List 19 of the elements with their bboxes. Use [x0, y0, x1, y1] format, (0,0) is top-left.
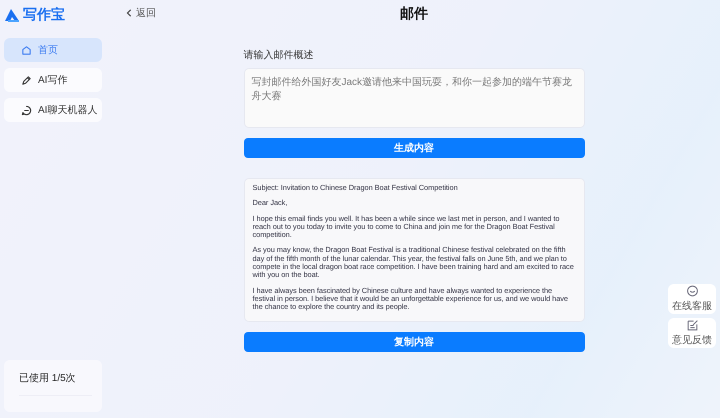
generate-button[interactable]: 生成内容: [244, 138, 584, 158]
back-link[interactable]: 返回: [126, 6, 156, 20]
edit-note-icon: [686, 319, 698, 332]
chat-icon: [21, 104, 32, 116]
copy-button[interactable]: 复制内容: [244, 332, 584, 352]
page-title: 邮件: [400, 5, 428, 23]
usage-count: 已使用 1/5次: [19, 372, 77, 385]
field-label: 请输入邮件概述: [244, 48, 314, 62]
nav-item[interactable]: AI聊天机器人: [4, 98, 102, 122]
smile-chat-icon: [686, 285, 698, 298]
home-icon: [21, 44, 32, 56]
float-action-button[interactable]: 在线客服: [668, 284, 716, 314]
nav-item[interactable]: AI写作: [4, 68, 102, 92]
summary-input-field[interactable]: 写封邮件给外国好友Jack邀请他来中国玩耍，和你一起参加的端午节赛龙舟大赛: [244, 68, 584, 128]
float-action-button[interactable]: 意见反馈: [668, 318, 716, 348]
chevron-left-icon: [126, 9, 133, 17]
brand-name: 写作宝: [23, 6, 65, 24]
logo-icon: [4, 8, 20, 22]
pencil-icon: [21, 74, 32, 86]
